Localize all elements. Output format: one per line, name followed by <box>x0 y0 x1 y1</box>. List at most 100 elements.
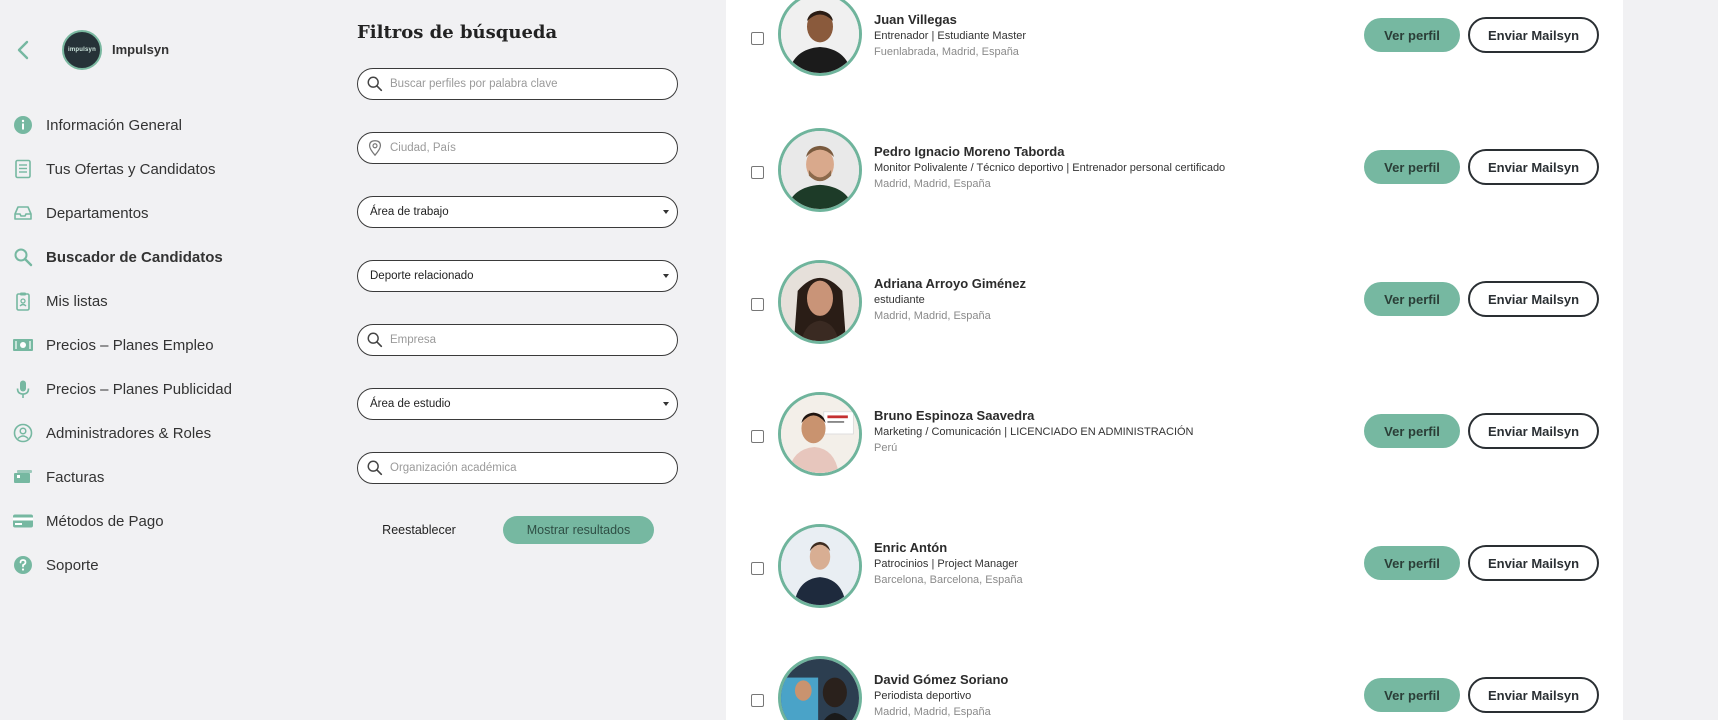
candidate-checkbox[interactable] <box>751 298 764 311</box>
sidebar-item-label: Administradores & Roles <box>46 424 212 442</box>
candidate-name[interactable]: David Gómez Soriano <box>874 672 1008 687</box>
send-mailsyn-button[interactable]: Enviar Mailsyn <box>1468 413 1599 449</box>
sidebar-item-precios-empleo[interactable]: Precios – Planes Empleo <box>0 323 340 367</box>
search-icon <box>367 76 383 92</box>
document-list-icon <box>12 158 34 180</box>
candidate-name[interactable]: Enric Antón <box>874 540 947 555</box>
candidate-avatar[interactable] <box>778 260 862 344</box>
view-profile-button[interactable]: Ver perfil <box>1364 546 1460 580</box>
view-profile-button[interactable]: Ver perfil <box>1364 414 1460 448</box>
view-profile-button[interactable]: Ver perfil <box>1364 678 1460 712</box>
candidate-checkbox[interactable] <box>751 694 764 707</box>
caret-down-icon <box>663 210 669 214</box>
sidebar-item-label: Mis listas <box>46 292 108 310</box>
candidate-name[interactable]: Bruno Espinoza Saavedra <box>874 408 1034 423</box>
candidate-title: Periodista deportivo <box>874 690 972 702</box>
sidebar-item-departamentos[interactable]: Departamentos <box>0 191 340 235</box>
sidebar-item-label: Departamentos <box>46 204 149 222</box>
academic-org-field[interactable] <box>357 452 678 484</box>
candidate-row: Juan Villegas Entrenador | Estudiante Ma… <box>726 0 1623 92</box>
candidate-name[interactable]: Juan Villegas <box>874 12 957 27</box>
candidate-checkbox[interactable] <box>751 562 764 575</box>
sidebar-item-label: Precios – Planes Publicidad <box>46 380 232 398</box>
sidebar-nav: Información General Tus Ofertas y Candid… <box>0 103 340 587</box>
candidate-location: Perú <box>874 442 898 454</box>
candidate-location: Madrid, Madrid, España <box>874 178 991 190</box>
invoice-stack-icon <box>12 466 34 488</box>
candidate-avatar[interactable] <box>778 392 862 476</box>
view-profile-button[interactable]: Ver perfil <box>1364 282 1460 316</box>
study-area-select[interactable]: Área de estudio <box>357 388 678 420</box>
sidebar-item-facturas[interactable]: Facturas <box>0 455 340 499</box>
sidebar-item-precios-publicidad[interactable]: Precios – Planes Publicidad <box>0 367 340 411</box>
candidate-avatar[interactable] <box>778 128 862 212</box>
sidebar-header: impulsyn Impulsyn <box>0 0 340 100</box>
sidebar-item-mis-listas[interactable]: Mis listas <box>0 279 340 323</box>
sidebar-item-buscador-candidatos[interactable]: Buscador de Candidatos <box>0 235 340 279</box>
candidate-title: estudiante <box>874 294 925 306</box>
location-field[interactable] <box>357 132 678 164</box>
candidate-row: Pedro Ignacio Moreno Taborda Monitor Pol… <box>726 128 1623 228</box>
candidate-checkbox[interactable] <box>751 166 764 179</box>
view-profile-button[interactable]: Ver perfil <box>1364 18 1460 52</box>
reset-button[interactable]: Reestablecer <box>369 516 469 544</box>
candidate-title: Entrenador | Estudiante Master <box>874 30 1027 42</box>
sidebar-item-label: Soporte <box>46 556 99 574</box>
sidebar-item-ofertas-candidatos[interactable]: Tus Ofertas y Candidatos <box>0 147 340 191</box>
search-filters-panel: Filtros de búsqueda Área de trabajo Depo… <box>357 0 687 720</box>
map-pin-icon <box>368 140 382 157</box>
candidate-location: Fuenlabrada, Madrid, España <box>874 46 1019 58</box>
sidebar-item-administradores-roles[interactable]: Administradores & Roles <box>0 411 340 455</box>
send-mailsyn-button[interactable]: Enviar Mailsyn <box>1468 149 1599 185</box>
microphone-icon <box>12 378 34 400</box>
show-results-button[interactable]: Mostrar resultados <box>503 516 654 544</box>
inbox-icon <box>12 202 34 224</box>
study-area-value: Área de estudio <box>370 398 451 410</box>
view-profile-button[interactable]: Ver perfil <box>1364 150 1460 184</box>
chevron-left-icon <box>17 40 29 60</box>
sidebar-item-label: Métodos de Pago <box>46 512 164 530</box>
send-mailsyn-button[interactable]: Enviar Mailsyn <box>1468 281 1599 317</box>
banknote-icon <box>12 334 34 356</box>
sidebar-item-label: Facturas <box>46 468 105 486</box>
user-circle-icon <box>12 422 34 444</box>
candidate-checkbox[interactable] <box>751 430 764 443</box>
info-icon <box>12 114 34 136</box>
search-icon <box>367 460 383 476</box>
candidate-avatar[interactable] <box>778 0 862 76</box>
keyword-search-input[interactable] <box>390 78 660 90</box>
academic-org-input[interactable] <box>390 462 660 474</box>
company-input[interactable] <box>390 334 660 346</box>
sidebar-item-soporte[interactable]: Soporte <box>0 543 340 587</box>
candidate-row: David Gómez Soriano Periodista deportivo… <box>726 656 1623 720</box>
send-mailsyn-button[interactable]: Enviar Mailsyn <box>1468 17 1599 53</box>
location-input[interactable] <box>390 142 660 154</box>
candidate-title: Patrocinios | Project Manager <box>874 558 1019 570</box>
candidate-title: Marketing / Comunicación | LICENCIADO EN… <box>874 426 1194 438</box>
send-mailsyn-button[interactable]: Enviar Mailsyn <box>1468 677 1599 713</box>
back-button[interactable] <box>12 38 36 62</box>
caret-down-icon <box>663 274 669 278</box>
candidate-avatar[interactable] <box>778 656 862 720</box>
help-icon <box>12 554 34 576</box>
candidate-row: Adriana Arroyo Giménez estudiante Madrid… <box>726 260 1623 360</box>
work-area-value: Área de trabajo <box>370 206 449 218</box>
sidebar: impulsyn Impulsyn Información General Tu… <box>0 0 340 720</box>
sport-value: Deporte relacionado <box>370 270 474 282</box>
company-field[interactable] <box>357 324 678 356</box>
send-mailsyn-button[interactable]: Enviar Mailsyn <box>1468 545 1599 581</box>
candidate-name[interactable]: Pedro Ignacio Moreno Taborda <box>874 144 1064 159</box>
candidate-avatar[interactable] <box>778 524 862 608</box>
candidate-row: Enric Antón Patrocinios | Project Manage… <box>726 524 1623 624</box>
sidebar-item-informacion-general[interactable]: Información General <box>0 103 340 147</box>
sport-select[interactable]: Deporte relacionado <box>357 260 678 292</box>
search-icon <box>12 246 34 268</box>
company-logo: impulsyn <box>62 30 102 70</box>
credit-card-icon <box>12 510 34 532</box>
keyword-search-field[interactable] <box>357 68 678 100</box>
candidate-checkbox[interactable] <box>751 32 764 45</box>
sidebar-item-metodos-pago[interactable]: Métodos de Pago <box>0 499 340 543</box>
work-area-select[interactable]: Área de trabajo <box>357 196 678 228</box>
candidate-name[interactable]: Adriana Arroyo Giménez <box>874 276 1026 291</box>
clipboard-icon <box>12 290 34 312</box>
